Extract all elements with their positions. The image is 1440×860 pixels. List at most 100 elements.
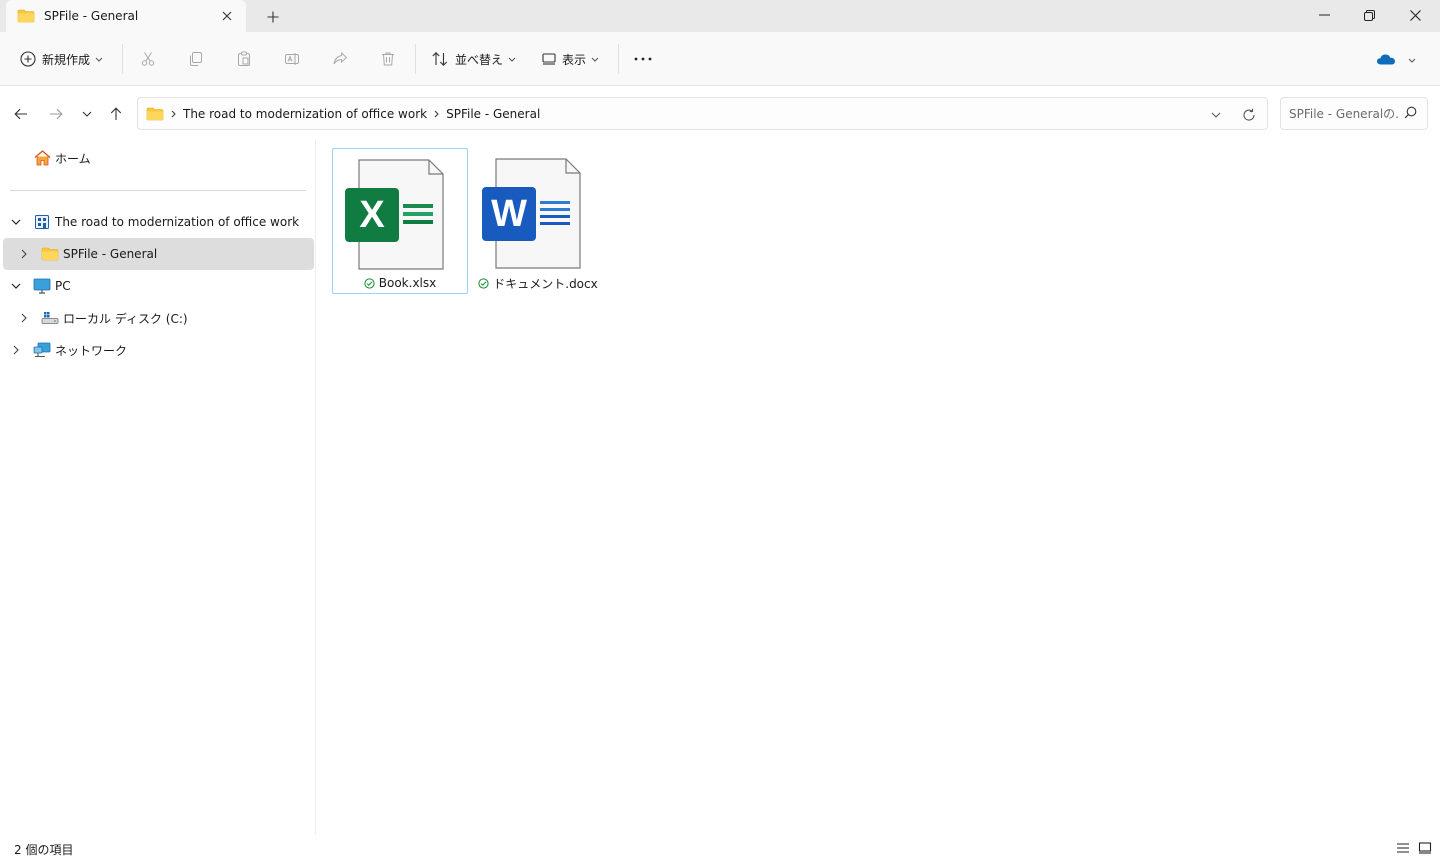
file-item-document-docx[interactable]: W ドキュメント.docx bbox=[470, 148, 606, 294]
rename-button[interactable] bbox=[284, 46, 300, 72]
sync-ok-icon bbox=[364, 277, 375, 289]
address-history-dropdown[interactable] bbox=[1207, 106, 1225, 124]
file-name: Book.xlsx bbox=[333, 276, 467, 290]
plus-circle-icon bbox=[20, 51, 36, 67]
delete-button[interactable] bbox=[380, 46, 396, 72]
chevron-down-icon bbox=[82, 111, 92, 117]
forward-button[interactable] bbox=[47, 105, 65, 123]
nav-item-pc[interactable]: PC bbox=[3, 270, 314, 302]
restore-icon[interactable] bbox=[1346, 0, 1392, 30]
breadcrumb-site[interactable]: The road to modernization of office work bbox=[183, 107, 427, 121]
search-input[interactable] bbox=[1289, 106, 1399, 121]
nav-item-label: SPFile - General bbox=[63, 247, 158, 261]
sort-button[interactable]: 並べ替え bbox=[431, 46, 516, 72]
trash-icon bbox=[380, 51, 396, 67]
recent-locations-button[interactable] bbox=[78, 105, 96, 123]
details-view-icon[interactable] bbox=[1395, 840, 1411, 856]
chevron-down-icon[interactable] bbox=[8, 278, 24, 294]
view-button-label: 表示 bbox=[562, 52, 587, 67]
minimize-icon[interactable] bbox=[1301, 0, 1347, 30]
view-button[interactable]: 表示 bbox=[542, 46, 599, 72]
new-button-label: 新規作成 bbox=[42, 52, 91, 67]
scissors-icon bbox=[140, 51, 156, 67]
tab-label: SPFile - General bbox=[44, 9, 139, 23]
chevron-down-icon bbox=[591, 57, 599, 62]
nav-item-label: The road to modernization of office work bbox=[55, 215, 300, 229]
item-count: 2 個の項目 bbox=[14, 843, 74, 857]
sort-button-label: 並べ替え bbox=[455, 52, 504, 67]
building-icon bbox=[33, 213, 51, 231]
up-button[interactable] bbox=[107, 105, 125, 123]
file-name-text: Book.xlsx bbox=[378, 276, 437, 290]
paste-button[interactable] bbox=[236, 46, 252, 72]
onedrive-button[interactable] bbox=[1376, 46, 1416, 72]
tab-close-icon[interactable] bbox=[218, 7, 236, 25]
command-bar: 新規作成 並べ替え 表示 bbox=[0, 32, 1440, 86]
file-name: ドキュメント.docx bbox=[470, 275, 606, 292]
copy-icon bbox=[188, 51, 204, 67]
network-icon bbox=[33, 341, 51, 359]
nav-item-network[interactable]: ネットワーク bbox=[3, 334, 314, 366]
chevron-down-icon bbox=[95, 57, 103, 62]
close-icon[interactable] bbox=[1392, 0, 1438, 30]
nav-item-local-disk[interactable]: ローカル ディスク (C:) bbox=[3, 302, 314, 334]
breadcrumb-spfile[interactable]: SPFile - General bbox=[446, 107, 540, 121]
nav-item-label: PC bbox=[55, 279, 71, 293]
rename-icon bbox=[284, 51, 300, 67]
back-button[interactable] bbox=[12, 105, 30, 123]
nav-item-label: ホーム bbox=[55, 151, 91, 166]
refresh-icon[interactable] bbox=[1240, 106, 1258, 124]
chevron-right-icon[interactable] bbox=[8, 342, 24, 358]
clipboard-icon bbox=[236, 51, 252, 67]
cut-button[interactable] bbox=[140, 46, 156, 72]
chevron-down-icon bbox=[1408, 52, 1416, 66]
toolbar-separator bbox=[122, 44, 123, 74]
nav-item-spfile-general[interactable]: SPFile - General bbox=[3, 238, 314, 270]
search-box[interactable] bbox=[1280, 97, 1428, 130]
toolbar-separator bbox=[618, 44, 619, 74]
address-row: The road to modernization of office work… bbox=[0, 86, 1440, 140]
arrow-up-icon bbox=[110, 107, 122, 121]
folder-icon bbox=[41, 245, 59, 263]
excel-letter: X bbox=[359, 193, 385, 236]
file-list: X Book.xlsx W ドキュメント.docx bbox=[317, 140, 1440, 835]
monitor-icon bbox=[33, 277, 51, 295]
sort-icon bbox=[431, 51, 449, 67]
nav-item-label: ネットワーク bbox=[55, 343, 128, 358]
address-bar[interactable]: The road to modernization of office work… bbox=[137, 97, 1268, 130]
word-letter: W bbox=[491, 192, 527, 235]
arrow-left-icon bbox=[14, 108, 28, 120]
tab-spfile-general[interactable]: SPFile - General bbox=[6, 0, 246, 32]
nav-item-site[interactable]: The road to modernization of office work bbox=[3, 206, 314, 238]
chevron-down-icon[interactable] bbox=[8, 214, 24, 230]
drive-icon bbox=[41, 309, 59, 327]
home-icon bbox=[33, 149, 51, 167]
chevron-down-icon bbox=[508, 57, 516, 62]
nav-item-home[interactable]: ホーム bbox=[3, 142, 314, 174]
chevron-right-icon[interactable] bbox=[434, 110, 439, 118]
view-icon bbox=[542, 53, 556, 65]
title-bar: SPFile - General bbox=[0, 0, 1440, 32]
search-icon[interactable] bbox=[1404, 106, 1417, 122]
nav-item-label: ローカル ディスク (C:) bbox=[63, 311, 188, 326]
more-icon bbox=[634, 57, 652, 61]
share-button[interactable] bbox=[332, 46, 348, 72]
file-name-text: ドキュメント.docx bbox=[493, 277, 598, 291]
chevron-right-icon[interactable] bbox=[171, 110, 176, 118]
toolbar-separator bbox=[415, 44, 416, 74]
cloud-icon bbox=[1376, 53, 1396, 65]
more-options-button[interactable] bbox=[634, 46, 652, 72]
arrow-right-icon bbox=[49, 108, 63, 120]
pane-divider bbox=[10, 190, 306, 191]
new-tab-icon[interactable] bbox=[262, 6, 284, 28]
chevron-right-icon[interactable] bbox=[16, 246, 32, 262]
chevron-right-icon[interactable] bbox=[16, 310, 32, 326]
copy-button[interactable] bbox=[188, 46, 204, 72]
sync-ok-icon bbox=[478, 278, 489, 289]
file-item-book-xlsx[interactable]: X Book.xlsx bbox=[332, 148, 468, 294]
status-bar: 2 個の項目 bbox=[0, 835, 1440, 860]
large-icons-view-icon[interactable] bbox=[1417, 840, 1433, 856]
folder-icon bbox=[17, 9, 35, 23]
navigation-pane: ホーム The road to modernization of office … bbox=[0, 140, 316, 835]
new-button[interactable]: 新規作成 bbox=[20, 46, 103, 72]
